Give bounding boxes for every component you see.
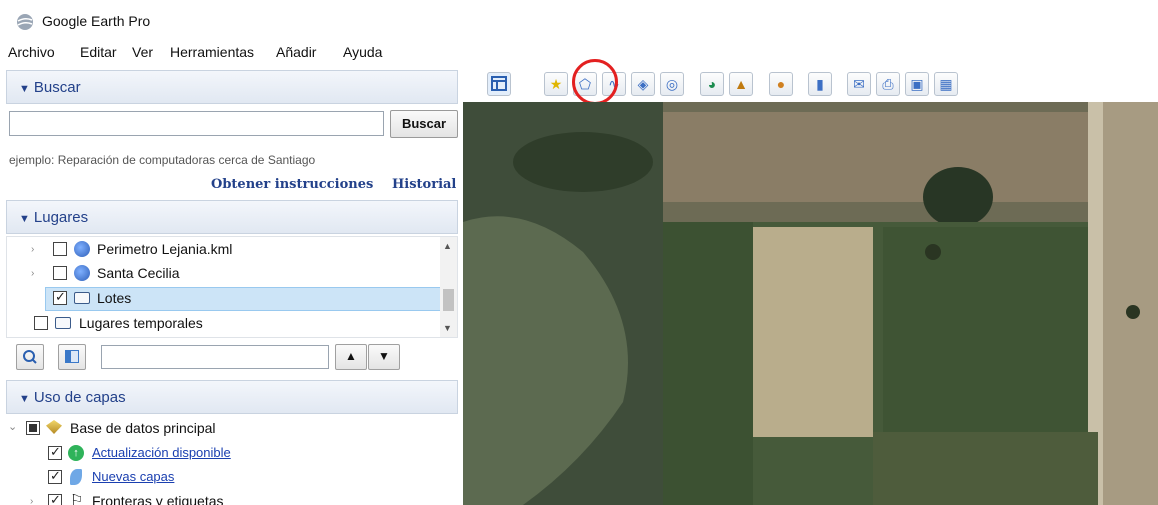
- sidebar: ▼ Buscar Buscar ejemplo: Reparación de co…: [0, 64, 463, 505]
- map-view[interactable]: [463, 102, 1158, 505]
- layer-item[interactable]: ⌄ Base de datos principal: [8, 418, 448, 440]
- layers-header-label: Uso de capas: [33, 389, 126, 406]
- scroll-up-icon[interactable]: ▲: [443, 241, 452, 251]
- history-link[interactable]: Historial: [392, 177, 456, 192]
- search-button[interactable]: Buscar: [390, 110, 458, 138]
- places-scrollbar[interactable]: ▲ ▼: [440, 237, 457, 337]
- menu-herramientas[interactable]: Herramientas: [170, 44, 254, 60]
- place-label: Perimetro Lejania.kml: [97, 241, 233, 257]
- title-bar: Google Earth Pro: [0, 0, 1158, 38]
- layer-label: Base de datos principal: [70, 420, 216, 436]
- overlay-icon[interactable]: ◈: [631, 72, 655, 96]
- globe-icon: [74, 241, 90, 257]
- save-image-icon[interactable]: ▣: [905, 72, 929, 96]
- arrow-up-icon: ▲: [345, 349, 357, 363]
- magnifier-icon: [23, 350, 37, 364]
- checkbox-checked[interactable]: [53, 289, 67, 305]
- place-item[interactable]: › Perimetro Lejania.kml: [7, 239, 437, 261]
- maps-icon[interactable]: ▦: [934, 72, 958, 96]
- google-earth-icon: [17, 14, 33, 30]
- ruler-icon[interactable]: ▮: [808, 72, 832, 96]
- place-item-selected[interactable]: Lotes: [7, 288, 437, 310]
- move-down-button[interactable]: ▼: [368, 344, 400, 370]
- email-icon[interactable]: ✉: [847, 72, 871, 96]
- expand-icon[interactable]: ›: [31, 268, 34, 279]
- toolbar: ★ ⬠ ∿ ◈ ◎ ◕ ▲ ● ▮ ✉ ⎙ ▣ ▦: [463, 64, 1158, 102]
- layer-link[interactable]: Nuevas capas: [92, 469, 174, 484]
- menu-ver[interactable]: Ver: [132, 44, 153, 60]
- print-icon[interactable]: ⎙: [876, 72, 900, 96]
- google-earth-window: Google Earth Pro Archivo Editar Ver Herr…: [0, 0, 1158, 505]
- scroll-down-icon[interactable]: ▼: [443, 323, 452, 333]
- highlight-circle: [572, 59, 618, 105]
- checkbox-checked[interactable]: [48, 468, 62, 484]
- checkbox[interactable]: [34, 316, 48, 330]
- layer-item[interactable]: › ⚐ Fronteras y etiquetas: [8, 491, 448, 505]
- checkbox-partial[interactable]: [26, 421, 40, 435]
- search-section-header[interactable]: ▼ Buscar: [6, 70, 458, 104]
- search-header-label: Buscar: [33, 79, 81, 96]
- record-tour-icon[interactable]: ◎: [660, 72, 684, 96]
- place-label: Lotes: [97, 290, 132, 306]
- place-item[interactable]: Lugares temporales: [7, 313, 437, 335]
- menu-archivo[interactable]: Archivo: [8, 44, 55, 60]
- checkbox[interactable]: [53, 266, 67, 280]
- layer-link[interactable]: Actualización disponible: [92, 445, 231, 460]
- layer-label: Fronteras y etiquetas: [92, 493, 224, 505]
- place-label: Lugares temporales: [79, 315, 203, 331]
- globe-icon: [74, 265, 90, 281]
- move-up-button[interactable]: ▲: [335, 344, 367, 370]
- expand-icon[interactable]: ›: [31, 244, 34, 255]
- historical-imagery-icon[interactable]: ◕: [700, 72, 724, 96]
- places-tree: › Perimetro Lejania.kml › Santa Cecilia …: [6, 236, 458, 338]
- search-input[interactable]: [9, 111, 384, 136]
- search-hint: ejemplo: Reparación de computadoras cerc…: [9, 153, 316, 167]
- places-filter-input[interactable]: [101, 345, 329, 369]
- menu-editar[interactable]: Editar: [80, 44, 117, 60]
- menu-anadir[interactable]: Añadir: [276, 44, 316, 60]
- layers-stack-icon: [46, 420, 62, 434]
- placemark-icon[interactable]: ★: [544, 72, 568, 96]
- satellite-imagery: [463, 102, 1158, 505]
- place-label: Santa Cecilia: [97, 265, 180, 281]
- layers-section-header[interactable]: ▼ Uso de capas: [6, 380, 458, 414]
- layer-item[interactable]: ↑ Actualización disponible: [8, 443, 448, 465]
- planets-icon[interactable]: ●: [769, 72, 793, 96]
- new-layers-icon: [70, 469, 82, 485]
- collapse-icon[interactable]: ⌄: [8, 420, 17, 433]
- checkbox[interactable]: [53, 242, 67, 256]
- menu-ayuda[interactable]: Ayuda: [343, 44, 382, 60]
- places-header-label: Lugares: [33, 209, 89, 226]
- expand-icon[interactable]: ›: [30, 496, 33, 505]
- folder-icon: [55, 317, 71, 329]
- window-title: Google Earth Pro: [42, 13, 151, 29]
- places-section-header[interactable]: ▼ Lugares: [6, 200, 458, 234]
- sidebar-toggle-icon[interactable]: [487, 72, 511, 96]
- places-search-button[interactable]: [16, 344, 44, 370]
- directions-link[interactable]: Obtener instrucciones: [211, 177, 373, 192]
- place-item[interactable]: › Santa Cecilia: [7, 263, 437, 285]
- layer-item[interactable]: Nuevas capas: [8, 467, 448, 489]
- flag-icon: ⚐: [70, 492, 84, 505]
- panel-icon: [65, 350, 79, 363]
- sunlight-icon[interactable]: ▲: [729, 72, 753, 96]
- folder-icon: [74, 292, 90, 304]
- checkbox-checked[interactable]: [48, 492, 62, 505]
- panel-toggle-button[interactable]: [58, 344, 86, 370]
- update-icon: ↑: [68, 445, 84, 461]
- menu-bar: Archivo Editar Ver Herramientas Añadir A…: [0, 38, 1158, 64]
- scroll-thumb[interactable]: [443, 289, 454, 311]
- checkbox-checked[interactable]: [48, 444, 62, 460]
- arrow-down-icon: ▼: [378, 349, 390, 363]
